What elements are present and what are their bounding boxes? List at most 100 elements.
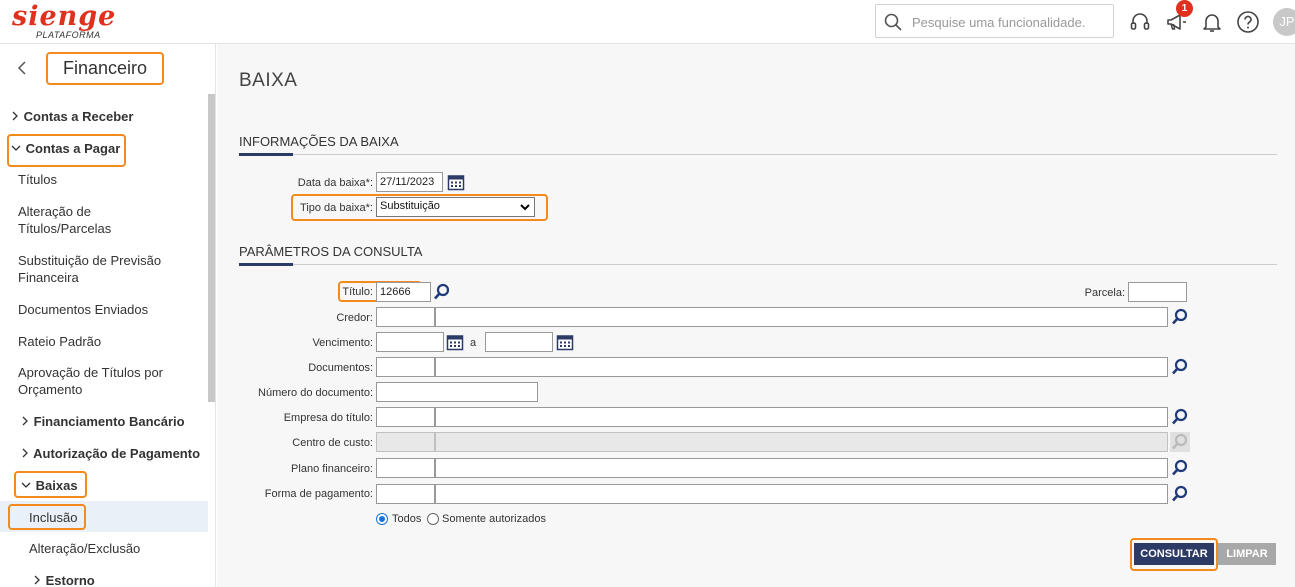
- vencimento-label: Vencimento:: [312, 337, 373, 349]
- sidebar-item-financiamento-bancario[interactable]: Financiamento Bancário: [20, 413, 215, 430]
- section-underline: [239, 153, 293, 156]
- help-icon[interactable]: [1236, 10, 1260, 34]
- documentos-code-input[interactable]: [376, 357, 435, 377]
- main-content: BAIXA INFORMAÇÕES DA BAIXA Data da baixa…: [217, 44, 1295, 587]
- tipo-baixa-label: Tipo da baixa*:: [300, 202, 373, 214]
- sidebar-item-label: Substituição de Previsão Financeira: [18, 253, 162, 285]
- empresa-name-input[interactable]: [435, 407, 1168, 427]
- limpar-button[interactable]: LIMPAR: [1218, 543, 1276, 565]
- sidebar-item-aprovacao-titulos[interactable]: Aprovação de Títulos por Orçamento: [18, 364, 178, 398]
- sidebar: Financeiro Contas a Receber Contas a Pag…: [0, 44, 216, 587]
- sidebar-item-documentos-enviados[interactable]: Documentos Enviados: [18, 301, 215, 318]
- vencimento-start-input[interactable]: [376, 332, 444, 352]
- radio-todos-label: Todos: [392, 513, 422, 525]
- calendar-icon[interactable]: [556, 333, 574, 351]
- sidebar-item-substituicao-previsao[interactable]: Substituição de Previsão Financeira: [18, 252, 188, 286]
- user-avatar[interactable]: JP: [1273, 8, 1295, 36]
- search-box[interactable]: [875, 4, 1114, 38]
- numero-documento-label: Número do documento:: [258, 387, 373, 399]
- data-baixa-label: Data da baixa*:: [297, 177, 373, 189]
- forma-pagamento-label: Forma de pagamento:: [264, 488, 373, 500]
- logo-subtitle: PLATAFORMA: [36, 30, 101, 40]
- empresa-code-input[interactable]: [376, 407, 435, 427]
- credor-name-input[interactable]: [435, 307, 1168, 327]
- documentos-name-input[interactable]: [435, 357, 1168, 377]
- credor-code-input[interactable]: [376, 307, 435, 327]
- chevron-left-icon[interactable]: [12, 58, 32, 78]
- top-bar: SIENGE PLATAFORMA 1 JP: [0, 0, 1295, 44]
- sidebar-item-contas-pagar[interactable]: Contas a Pagar: [10, 140, 215, 157]
- sidebar-item-titulos[interactable]: Títulos: [18, 171, 215, 188]
- section-title: INFORMAÇÕES DA BAIXA: [239, 134, 399, 149]
- parcela-input[interactable]: [1128, 282, 1187, 302]
- centro-custo-code-input: [376, 432, 435, 452]
- headset-icon[interactable]: [1128, 10, 1152, 34]
- plano-financeiro-code-input[interactable]: [376, 458, 435, 478]
- documentos-label: Documentos:: [308, 362, 373, 374]
- section-informacoes-baixa: INFORMAÇÕES DA BAIXA: [239, 131, 1277, 156]
- search-titulo-icon[interactable]: [433, 283, 451, 301]
- section-parametros-consulta: PARÂMETROS DA CONSULTA: [239, 241, 1277, 266]
- chevron-right-icon: [22, 416, 28, 426]
- parcela-label: Parcela:: [1084, 287, 1125, 299]
- search-input[interactable]: [912, 12, 1107, 32]
- sidebar-item-label: Baixas: [35, 478, 78, 493]
- radio-todos[interactable]: [376, 513, 388, 525]
- consultar-button[interactable]: CONSULTAR: [1134, 543, 1214, 565]
- section-underline: [239, 263, 293, 266]
- sidebar-item-rateio-padrao[interactable]: Rateio Padrão: [18, 333, 215, 350]
- sidebar-item-alteracao-titulos[interactable]: Alteração de Títulos/Parcelas: [18, 203, 148, 237]
- sidebar-item-label: Aprovação de Títulos por Orçamento: [18, 365, 164, 397]
- vencimento-end-input[interactable]: [485, 332, 553, 352]
- sidebar-item-alteracao-exclusao[interactable]: Alteração/Exclusão: [29, 540, 215, 557]
- notification-badge: 1: [1176, 0, 1193, 17]
- sidebar-item-inclusao[interactable]: Inclusão: [29, 509, 215, 526]
- sidebar-item-label: Títulos: [18, 172, 58, 187]
- radio-somente-autorizados-label: Somente autorizados: [442, 513, 546, 525]
- sidebar-item-label: Alteração/Exclusão: [29, 541, 141, 556]
- search-icon: [884, 13, 902, 31]
- sidebar-item-label: Financiamento Bancário: [33, 414, 185, 429]
- search-credor-icon[interactable]: [1171, 308, 1189, 326]
- sidebar-item-label: Estorno: [45, 573, 95, 587]
- sidebar-item-estorno[interactable]: Estorno: [32, 572, 215, 587]
- vencimento-separator: a: [470, 337, 477, 349]
- chevron-down-icon: [21, 482, 31, 488]
- logo-text: SIENGE: [12, 1, 117, 32]
- bell-icon[interactable]: [1200, 10, 1224, 34]
- section-title: PARÂMETROS DA CONSULTA: [239, 244, 423, 259]
- titulo-label: Título:: [342, 286, 373, 298]
- chevron-right-icon: [12, 111, 18, 121]
- sidebar-item-contas-receber[interactable]: Contas a Receber: [10, 108, 215, 125]
- forma-pagamento-code-input[interactable]: [376, 484, 435, 504]
- search-forma-pagamento-icon[interactable]: [1171, 485, 1189, 503]
- radio-somente-autorizados[interactable]: [427, 513, 439, 525]
- sidebar-item-label: Inclusão: [29, 510, 78, 525]
- chevron-down-icon: [11, 145, 21, 151]
- empresa-label: Empresa do título:: [283, 412, 373, 424]
- sienge-logo[interactable]: SIENGE PLATAFORMA: [12, 2, 122, 42]
- search-plano-financeiro-icon[interactable]: [1171, 459, 1189, 477]
- tipo-baixa-select[interactable]: Substituição: [376, 197, 535, 217]
- sidebar-item-baixas[interactable]: Baixas: [20, 477, 215, 494]
- calendar-icon[interactable]: [446, 333, 464, 351]
- sidebar-item-autorizacao-pagamento[interactable]: Autorização de Pagamento: [20, 445, 215, 462]
- search-centro-custo-icon: [1172, 433, 1188, 450]
- forma-pagamento-name-input[interactable]: [435, 484, 1168, 504]
- numero-documento-input[interactable]: [376, 382, 538, 402]
- sidebar-item-label: Documentos Enviados: [18, 302, 149, 317]
- data-baixa-input[interactable]: [376, 172, 443, 192]
- chevron-right-icon: [34, 575, 40, 585]
- chevron-right-icon: [22, 448, 28, 458]
- plano-financeiro-name-input[interactable]: [435, 458, 1168, 478]
- plano-financeiro-label: Plano financeiro:: [291, 463, 373, 475]
- centro-custo-label: Centro de custo:: [292, 437, 373, 449]
- calendar-icon[interactable]: [447, 173, 465, 191]
- page-title: BAIXA: [239, 70, 298, 91]
- search-documentos-icon[interactable]: [1171, 358, 1189, 376]
- tipo-baixa-selected: Substituição: [380, 200, 440, 212]
- sidebar-item-label: Contas a Receber: [23, 109, 134, 124]
- titulo-input[interactable]: [376, 282, 431, 302]
- sidebar-item-label: Contas a Pagar: [25, 141, 121, 156]
- search-empresa-icon[interactable]: [1171, 408, 1189, 426]
